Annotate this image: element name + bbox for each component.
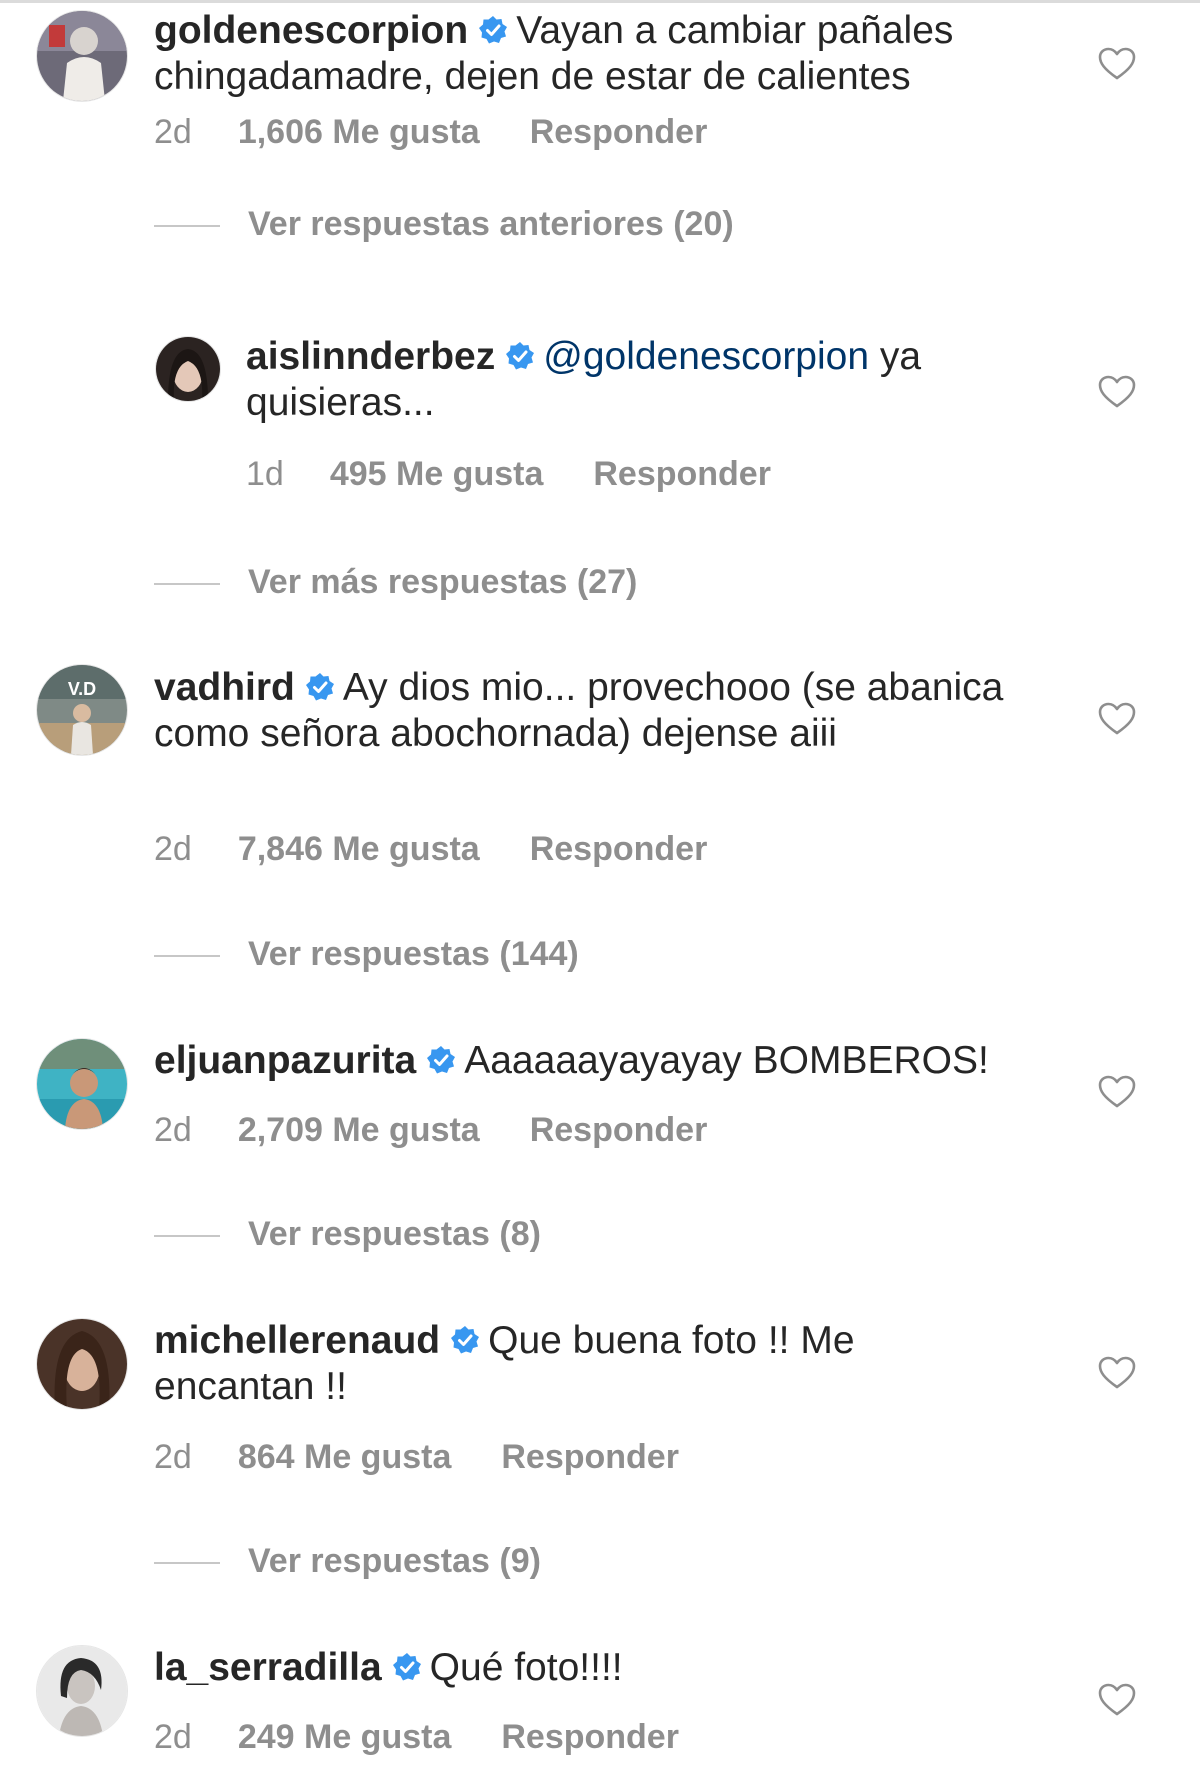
view-replies-label: Ver respuestas (8): [248, 1215, 541, 1253]
verified-badge-icon: [427, 1046, 456, 1074]
comment-username[interactable]: vadhird: [154, 666, 295, 709]
reply-button[interactable]: Responder: [530, 829, 708, 869]
replies-divider: [154, 1235, 220, 1238]
comment-body: aislinnderbez @goldenescorpion ya quisier…: [246, 334, 1026, 426]
comment-likes[interactable]: 495 Me gusta: [330, 454, 544, 494]
comment-time[interactable]: 2d: [154, 1110, 192, 1150]
comment-text: Aaaaaayayayay BOMBEROS!: [464, 1039, 989, 1082]
heart-outline-icon[interactable]: [1098, 375, 1136, 409]
view-replies-label: Ver respuestas (144): [248, 935, 579, 973]
view-replies-label: Ver más respuestas (27): [248, 563, 638, 601]
verified-badge-icon: [506, 342, 535, 370]
comment-body: vadhird Ay dios mio... provechooo (se aba…: [154, 665, 1024, 757]
view-replies-label: Ver respuestas (9): [248, 1542, 541, 1580]
comment-time[interactable]: 1d: [246, 454, 284, 494]
view-replies-button[interactable]: Ver respuestas anteriores (20): [154, 204, 734, 244]
heart-outline-icon[interactable]: [1098, 1683, 1136, 1717]
comment-username[interactable]: aislinnderbez: [246, 335, 495, 378]
avatar[interactable]: [155, 336, 221, 402]
comment-body: goldenescorpion Vayan a cambiar pañales c…: [154, 8, 1024, 100]
reply-button[interactable]: Responder: [501, 1437, 679, 1477]
avatar[interactable]: [36, 1645, 128, 1737]
heart-outline-icon[interactable]: [1098, 1356, 1136, 1390]
replies-divider: [154, 1562, 220, 1565]
comment-meta: 2d 249 Me gusta Responder: [154, 1717, 679, 1757]
comment-username[interactable]: la_serradilla: [154, 1646, 382, 1689]
view-replies-button[interactable]: Ver respuestas (144): [154, 934, 579, 974]
reply-button[interactable]: Responder: [530, 112, 708, 152]
comment-meta: 1d 495 Me gusta Responder: [246, 454, 771, 494]
comment-meta: 2d 864 Me gusta Responder: [154, 1437, 679, 1477]
comment-body: la_serradilla Qué foto!!!!: [154, 1645, 1024, 1691]
avatar[interactable]: V.D: [36, 664, 128, 756]
comment-time[interactable]: 2d: [154, 112, 192, 152]
comment-time[interactable]: 2d: [154, 829, 192, 869]
heart-outline-icon[interactable]: [1098, 1075, 1136, 1109]
comment-body: michellerenaud Que buena foto !! Me encan…: [154, 1318, 1024, 1410]
comment-username[interactable]: goldenescorpion: [154, 9, 468, 52]
reply-button[interactable]: Responder: [530, 1110, 708, 1150]
verified-badge-icon: [451, 1326, 480, 1354]
heart-outline-icon[interactable]: [1098, 702, 1136, 736]
comment-username[interactable]: michellerenaud: [154, 1319, 440, 1362]
comment-likes[interactable]: 864 Me gusta: [238, 1437, 452, 1477]
comment-likes[interactable]: 7,846 Me gusta: [238, 829, 480, 869]
verified-badge-icon: [305, 673, 334, 701]
comment-time[interactable]: 2d: [154, 1437, 192, 1477]
comment-likes[interactable]: 249 Me gusta: [238, 1717, 452, 1757]
heart-outline-icon[interactable]: [1098, 47, 1136, 81]
comment-likes[interactable]: 2,709 Me gusta: [238, 1110, 480, 1150]
comment-meta: 2d 1,606 Me gusta Responder: [154, 112, 707, 152]
avatar[interactable]: [36, 1318, 128, 1410]
comment-body: eljuanpazurita Aaaaaayayayay BOMBEROS!: [154, 1038, 1024, 1084]
verified-badge-icon: [479, 16, 508, 44]
comment-meta: 2d 7,846 Me gusta Responder: [154, 829, 707, 869]
replies-divider: [154, 955, 220, 958]
comment-time[interactable]: 2d: [154, 1717, 192, 1757]
comment-username[interactable]: eljuanpazurita: [154, 1039, 416, 1082]
reply-button[interactable]: Responder: [593, 454, 771, 494]
comment-meta: 2d 2,709 Me gusta Responder: [154, 1110, 707, 1150]
top-divider: [0, 0, 1200, 3]
replies-divider: [154, 583, 220, 586]
view-replies-button[interactable]: Ver más respuestas (27): [154, 562, 637, 602]
avatar[interactable]: [36, 10, 128, 102]
view-replies-button[interactable]: Ver respuestas (8): [154, 1214, 541, 1254]
avatar-text: V.D: [68, 679, 96, 699]
comment-likes[interactable]: 1,606 Me gusta: [238, 112, 480, 152]
reply-button[interactable]: Responder: [501, 1717, 679, 1757]
view-replies-button[interactable]: Ver respuestas (9): [154, 1541, 541, 1581]
view-replies-label: Ver respuestas anteriores (20): [248, 205, 734, 243]
verified-badge-icon: [392, 1653, 421, 1681]
comment-text: Qué foto!!!!: [429, 1646, 623, 1689]
mention-link[interactable]: @goldenescorpion: [543, 335, 869, 378]
avatar[interactable]: [36, 1038, 128, 1130]
replies-divider: [154, 225, 220, 228]
